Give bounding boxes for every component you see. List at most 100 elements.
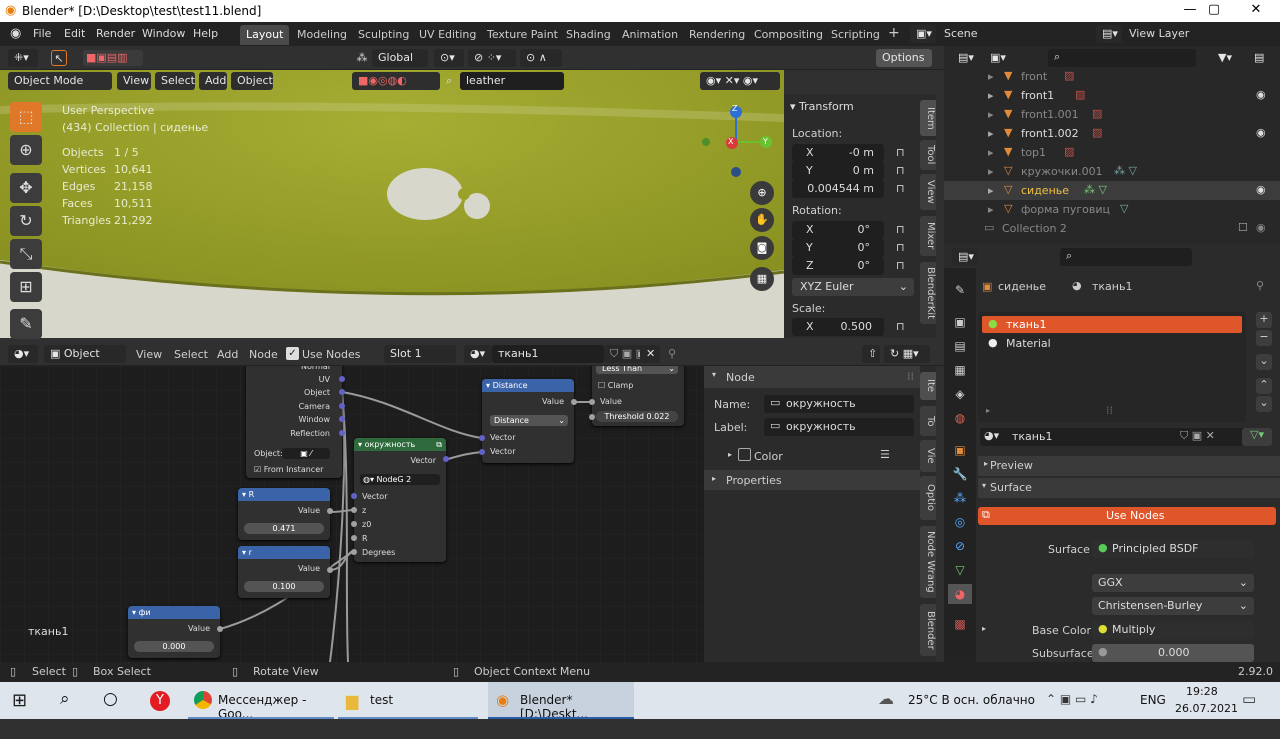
lock-location-z-icon[interactable]: ⊓ bbox=[896, 182, 905, 195]
scene-icon[interactable]: ◈ bbox=[948, 384, 972, 404]
socket-phi-out[interactable] bbox=[217, 626, 223, 632]
weather-label[interactable]: 25°C В осн. облачно bbox=[908, 693, 1035, 730]
expand-arrow-icon[interactable]: ▸ bbox=[988, 203, 994, 216]
properties-search-field[interactable]: ⌕ bbox=[1060, 248, 1192, 266]
blender-menu-icon[interactable]: ◉ bbox=[10, 26, 21, 41]
fake-user-icon[interactable]: ⛉ ▣ ✕ bbox=[1180, 429, 1215, 443]
value-node-phi-header[interactable]: ▾ фи bbox=[128, 606, 220, 619]
camera-view-icon[interactable]: ◙ bbox=[750, 236, 774, 260]
socket-math-in[interactable] bbox=[589, 399, 595, 405]
expand-arrow-icon[interactable]: ▸ bbox=[988, 184, 994, 197]
taskbar-app-chrome[interactable]: Мессенджер - Goo... bbox=[188, 682, 334, 721]
link-mode-icon[interactable]: ▽▾ bbox=[1242, 428, 1272, 446]
select-box-tool-icon[interactable]: ⬚ bbox=[10, 102, 42, 132]
outliner-display-icon[interactable]: ▣▾ bbox=[984, 49, 1014, 67]
expand-arrow-icon[interactable]: ▸ bbox=[988, 127, 994, 140]
socket-r-out[interactable] bbox=[327, 508, 333, 514]
distance-mode-select[interactable]: Distance ⌄ bbox=[490, 415, 568, 426]
scale-x-field[interactable]: X 0.500 bbox=[792, 318, 884, 336]
location-z-field[interactable]: Z0.004544 m bbox=[792, 180, 884, 198]
eye-icon[interactable]: ◉ bbox=[1256, 88, 1266, 101]
outliner-row[interactable]: ▸ ▼ front1.001 ▨ bbox=[944, 105, 1280, 124]
snap-settings-icons[interactable]: ↻ ▦▾ bbox=[884, 345, 930, 363]
clock-date[interactable]: 26.07.2021 bbox=[1175, 702, 1238, 739]
location-y-field[interactable]: Y 0 m bbox=[792, 162, 884, 180]
tab-sculpting[interactable]: Sculpting bbox=[352, 25, 415, 45]
menu-help[interactable]: Help bbox=[193, 27, 218, 40]
material-datablock-field[interactable]: ◕▾ ткань1 ⛉ ▣ ✕ bbox=[980, 428, 1246, 446]
material-slot-item-active[interactable]: ● ткань1 bbox=[982, 316, 1242, 333]
rotation-x-field[interactable]: X 0° bbox=[792, 221, 884, 239]
outliner-search-field[interactable]: ⌕ bbox=[1048, 49, 1196, 67]
viewport-menu-view[interactable]: View bbox=[117, 72, 151, 90]
tab-blenderkit[interactable]: BlenderKit bbox=[920, 262, 936, 324]
ortho-grid-icon[interactable]: ▦ bbox=[750, 267, 774, 291]
zoom-icon[interactable]: ⊕ bbox=[750, 181, 774, 205]
scene-name[interactable]: Scene bbox=[944, 27, 978, 40]
node-tab-item[interactable]: Ite bbox=[920, 372, 936, 400]
value-node-small-r[interactable]: ▾ r Value 0.100 bbox=[238, 546, 330, 598]
value-node-r[interactable]: ▾ R Value 0.471 bbox=[238, 488, 330, 540]
tab-modeling[interactable]: Modeling bbox=[291, 25, 353, 45]
tab-tool[interactable]: Tool bbox=[920, 140, 936, 170]
transform-orientation-icon[interactable]: ⁂ bbox=[356, 50, 368, 66]
outliner-row[interactable]: ▸ ▼ front1 ▨ ◉ bbox=[944, 86, 1280, 105]
tab-mixer[interactable]: Mixer bbox=[920, 216, 936, 256]
view-layer-icon[interactable]: ▤▾ bbox=[1096, 25, 1122, 43]
drag-grip-icon[interactable]: ⁞⁞ bbox=[907, 370, 914, 383]
tab-texture-paint[interactable]: Texture Paint bbox=[481, 25, 564, 45]
move-up-icon[interactable]: ⌃ bbox=[1256, 378, 1272, 394]
socket-object[interactable] bbox=[339, 389, 345, 395]
navigation-gizmo[interactable] bbox=[700, 102, 782, 182]
outliner-row[interactable]: ▸ ▽ кружочки.001 ⁂ ▽ bbox=[944, 162, 1280, 181]
node-tab-options[interactable]: Optio bbox=[920, 476, 936, 520]
socket-distance-in-1[interactable] bbox=[479, 435, 485, 441]
menu-window[interactable]: Window bbox=[142, 27, 185, 40]
lock-rotation-z-icon[interactable]: ⊓ bbox=[896, 259, 905, 272]
tab-item[interactable]: Item bbox=[920, 100, 936, 136]
node-tab-view[interactable]: Vie bbox=[920, 440, 936, 472]
surface-panel-header[interactable]: ▾ Surface bbox=[978, 478, 1280, 498]
outliner-row[interactable]: ▸ ▼ front ▨ bbox=[944, 67, 1280, 86]
checkbox-icon[interactable]: ☐ bbox=[1238, 221, 1248, 234]
menu-file[interactable]: File bbox=[33, 27, 51, 40]
node-name-field[interactable]: ▭ окружность bbox=[764, 395, 914, 413]
options-button[interactable]: Options bbox=[876, 49, 932, 67]
transform-panel-header[interactable]: ▾ Transform bbox=[790, 100, 854, 113]
task-view-icon[interactable]: ○ bbox=[103, 689, 118, 726]
particles-icon[interactable]: ⁂ bbox=[948, 488, 972, 508]
tab-shading[interactable]: Shading bbox=[560, 25, 617, 45]
add-slot-button[interactable]: + bbox=[1256, 312, 1272, 328]
expand-arrow-icon[interactable]: ▸ bbox=[988, 89, 994, 102]
material-search-field[interactable]: leather bbox=[460, 72, 564, 90]
language-indicator[interactable]: ENG bbox=[1140, 693, 1166, 730]
value-node-r-field[interactable]: 0.471 bbox=[244, 523, 324, 534]
socket-group-r[interactable] bbox=[351, 535, 357, 541]
windows-start-icon[interactable]: ⊞ bbox=[12, 690, 27, 727]
distance-node-header[interactable]: ▾ Distance bbox=[482, 379, 574, 392]
outliner-editor-icon[interactable]: ▤▾ bbox=[952, 49, 978, 67]
use-nodes-checkbox[interactable]: ✓ bbox=[286, 347, 299, 360]
snap-icon[interactable]: ⊘ ⁘▾ bbox=[468, 49, 516, 67]
eye-icon[interactable]: ◉ bbox=[1256, 126, 1266, 139]
3d-viewport[interactable]: Object Mode View Select Add Object ■◉◎◍◐… bbox=[0, 70, 784, 338]
texture-icon[interactable]: ▩ bbox=[948, 614, 972, 634]
node-section-header[interactable]: ▾ Node ⁞⁞ bbox=[704, 366, 920, 388]
expand-arrow-icon[interactable]: ▸ bbox=[988, 108, 994, 121]
notifications-icon[interactable]: ▭ bbox=[1242, 690, 1256, 727]
node-menu-add[interactable]: Add bbox=[217, 348, 238, 361]
lock-rotation-y-icon[interactable]: ⊓ bbox=[896, 241, 905, 254]
surface-shader-field[interactable]: ● Principled BSDF bbox=[1092, 540, 1254, 558]
group-edit-icon[interactable]: ⧉ bbox=[436, 440, 442, 450]
pivot-icon[interactable]: ⊙▾ bbox=[434, 49, 464, 67]
node-tab-tool[interactable]: To bbox=[920, 406, 936, 436]
expand-arrow-icon[interactable]: ▸ bbox=[982, 624, 986, 633]
material-browse-icon[interactable]: ◕▾ bbox=[464, 345, 492, 363]
socket-distance-out[interactable] bbox=[571, 399, 577, 405]
add-workspace-button[interactable]: + bbox=[882, 25, 906, 45]
render-icon[interactable]: ▣ bbox=[948, 312, 972, 332]
threshold-field[interactable]: Threshold 0.022 bbox=[596, 411, 678, 422]
list-presets-icon[interactable]: ☰ bbox=[880, 448, 890, 461]
node-tab-node-wrangler[interactable]: Node Wrang bbox=[920, 526, 936, 598]
group-datablock-field[interactable]: ◍▾ NodeG 2 bbox=[360, 474, 440, 485]
